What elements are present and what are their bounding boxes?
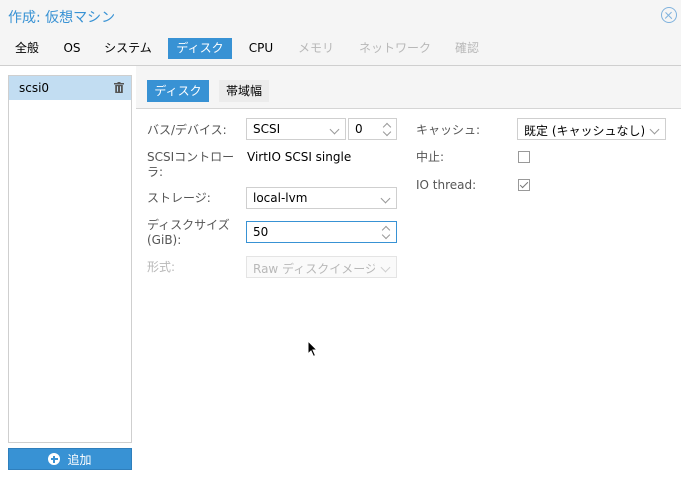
device-number-spinner[interactable]: 0	[348, 118, 397, 140]
disk-size-input[interactable]: 50	[246, 221, 397, 243]
device-number-value: 0	[355, 122, 363, 136]
storage-select[interactable]: local-lvm	[246, 187, 397, 209]
tab-network: ネットワーク	[358, 41, 431, 55]
format-label: 形式:	[147, 260, 176, 274]
cache-select-value: 既定 (キャッシュなし)	[524, 124, 644, 138]
disk-list-item[interactable]: scsi0	[9, 76, 131, 100]
tab-general[interactable]: 全般	[8, 38, 46, 59]
close-icon[interactable]	[661, 7, 677, 23]
chevron-down-icon	[649, 124, 660, 135]
subtab-bandwidth[interactable]: 帯域幅	[219, 80, 269, 102]
format-select-value: Raw ディスクイメージ	[253, 262, 375, 276]
cache-select[interactable]: 既定 (キャッシュなし)	[517, 118, 666, 140]
chevron-down-icon	[380, 193, 391, 204]
controller-label-line2: ラ:	[147, 165, 164, 179]
tab-confirm: 確認	[454, 41, 479, 55]
disk-list: scsi0	[8, 75, 132, 443]
controller-value: VirtIO SCSI single	[247, 150, 352, 164]
storage-select-value: local-lvm	[253, 191, 308, 205]
io-thread-checkbox[interactable]	[518, 179, 530, 191]
spin-down-icon[interactable]	[381, 230, 391, 240]
controller-label: SCSIコントロー ラ:	[147, 150, 234, 180]
bus-device-label: バス/デバイス:	[147, 123, 227, 137]
bus-select[interactable]: SCSI	[246, 118, 346, 140]
tab-cpu[interactable]: CPU	[240, 38, 282, 59]
discard-checkbox[interactable]	[518, 151, 530, 163]
checkmark-icon	[519, 179, 529, 189]
bus-select-value: SCSI	[253, 122, 281, 136]
chevron-down-icon	[380, 262, 391, 273]
format-select: Raw ディスクイメージ	[246, 256, 397, 278]
disk-size-label-line2: (GiB):	[147, 233, 182, 247]
disk-size-label-line1: ディスクサイズ	[147, 218, 230, 232]
title-bar: 作成: 仮想マシン	[0, 0, 681, 30]
storage-label: ストレージ:	[147, 191, 211, 205]
subtab-disk[interactable]: ディスク	[147, 80, 209, 102]
controller-label-line1: SCSIコントロー	[147, 150, 235, 164]
wizard-tab-bar: 全般 OS システム ディスク CPU メモリ ネットワーク 確認	[0, 30, 681, 66]
mouse-cursor-icon	[307, 340, 319, 358]
tab-disk[interactable]: ディスク	[168, 38, 232, 59]
tab-os[interactable]: OS	[55, 38, 89, 59]
disk-size-value: 50	[253, 225, 269, 239]
cache-label: キャッシュ:	[416, 123, 481, 137]
disk-size-label: ディスクサイズ (GiB):	[147, 218, 230, 248]
disk-list-item-label: scsi0	[19, 81, 50, 95]
add-disk-button-label: 追加	[67, 452, 92, 467]
tab-memory: メモリ	[297, 41, 334, 55]
spin-down-icon[interactable]	[382, 127, 392, 137]
chevron-down-icon	[329, 124, 340, 135]
tab-system[interactable]: システム	[97, 38, 159, 59]
window-title: 作成: 仮想マシン	[8, 10, 116, 26]
plus-circle-icon	[48, 453, 61, 465]
trash-icon[interactable]	[114, 82, 124, 93]
discard-label: 中止:	[416, 150, 445, 164]
io-thread-label: IO thread:	[416, 178, 477, 192]
add-disk-button[interactable]: 追加	[8, 448, 132, 470]
